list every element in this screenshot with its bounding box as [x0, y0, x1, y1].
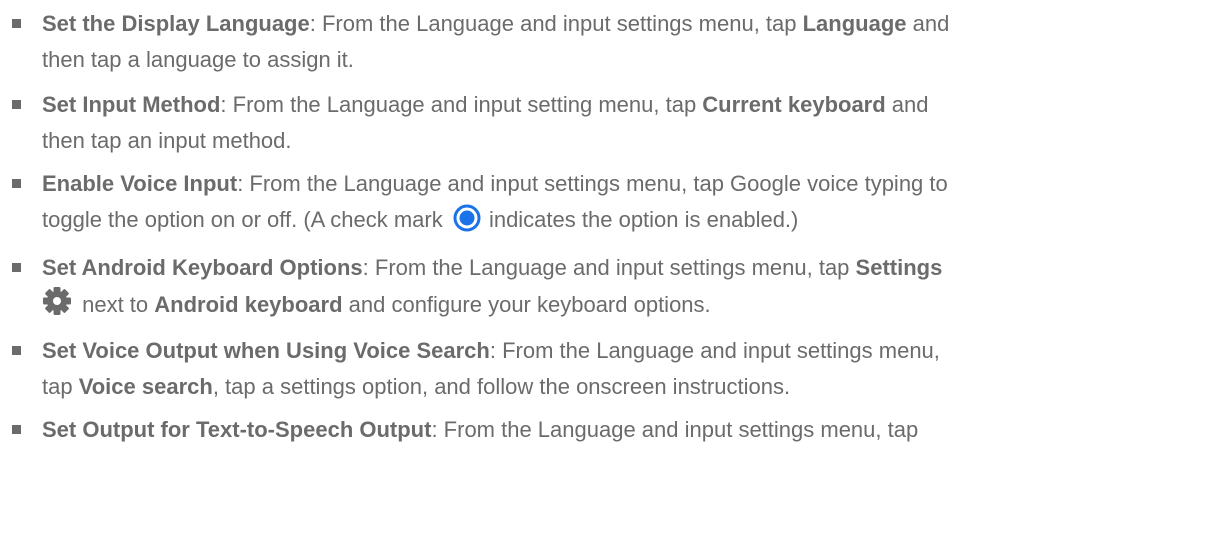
document-page: Set the Display Language: From the Langu…: [0, 0, 1230, 542]
item-bold-text: Language: [802, 11, 907, 36]
item-text: : From the Language and input settings m…: [431, 417, 919, 442]
item-text: : From the Language and input setting me…: [220, 92, 703, 117]
item-text: then tap an input method.: [42, 128, 292, 153]
item-term: Set Input Method: [42, 92, 221, 117]
item-bold-text: Settings: [855, 255, 943, 280]
list-item: Set Output for Text-to-Speech Output: Fr…: [12, 412, 1212, 448]
bullet-icon: [12, 263, 21, 272]
bullet-icon: [12, 346, 21, 355]
item-text: and: [885, 92, 929, 117]
item-text: : From the Language and input settings m…: [489, 338, 940, 363]
item-text: tap: [42, 374, 79, 399]
bullet-icon: [12, 19, 21, 28]
list-item: Set the Display Language: From the Langu…: [12, 6, 1212, 78]
item-text: , tap a settings option, and follow the …: [212, 374, 791, 399]
item-bold-text: Android keyboard: [154, 292, 343, 317]
item-term: Enable Voice Input: [42, 171, 238, 196]
item-text: then tap a language to assign it.: [42, 47, 354, 72]
item-text: and configure your keyboard options.: [342, 292, 711, 317]
bullet-icon: [12, 179, 21, 188]
item-text: : From the Language and input settings m…: [362, 255, 856, 280]
item-term: Set Output for Text-to-Speech Output: [42, 417, 432, 442]
item-term: Set the Display Language: [42, 11, 310, 36]
item-text: indicates the option is enabled.): [482, 207, 799, 232]
item-text: : From the Language and input settings m…: [309, 11, 803, 36]
item-bold-text: Current keyboard: [702, 92, 886, 117]
item-term: Set Voice Output when Using Voice Search: [42, 338, 490, 363]
item-bold-text: Voice search: [78, 374, 213, 399]
list-item: Enable Voice Input: From the Language an…: [12, 166, 1212, 238]
list-item: Set Input Method: From the Language and …: [12, 87, 1212, 159]
gear-icon: [42, 286, 72, 316]
item-text: next to: [76, 292, 155, 317]
bullet-icon: [12, 100, 21, 109]
item-term: Set Android Keyboard Options: [42, 255, 363, 280]
bullet-icon: [12, 425, 21, 434]
radio-checked-icon: [453, 204, 481, 232]
list-item: Set Voice Output when Using Voice Search…: [12, 333, 1212, 405]
list-item: Set Android Keyboard Options: From the L…: [12, 250, 1212, 323]
item-text: toggle the option on or off. (A check ma…: [42, 207, 449, 232]
item-text: : From the Language and input settings m…: [237, 171, 948, 196]
item-text: and: [906, 11, 950, 36]
